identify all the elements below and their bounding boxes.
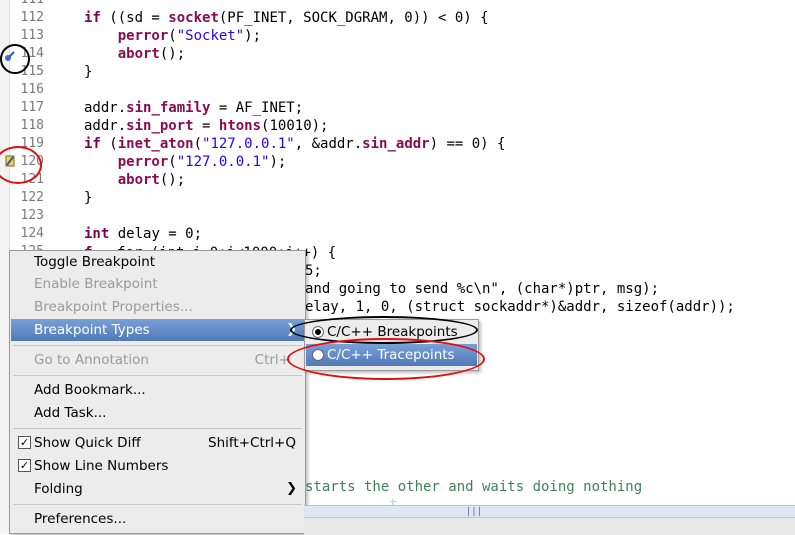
checkmark-icon: ✓	[18, 436, 31, 449]
code-line: }	[84, 190, 93, 206]
code-line: addr.sin_family = AF_INET;	[84, 100, 304, 116]
menu-separator	[13, 504, 302, 505]
menu-go-to-annotation[interactable]: Go to Annotation Ctrl+	[11, 349, 304, 371]
menu-show-line-numbers[interactable]: ✓ Show Line Numbers	[11, 455, 304, 477]
menu-breakpoint-properties[interactable]: Breakpoint Properties...	[11, 296, 304, 318]
menu-folding[interactable]: Folding ❯	[11, 478, 304, 500]
menu-separator	[13, 375, 302, 376]
menu-show-quick-diff[interactable]: ✓ Show Quick Diff Shift+Ctrl+Q	[11, 432, 304, 454]
line-number: 112	[20, 10, 44, 25]
code-line: if (inet_aton("127.0.0.1", &addr.sin_add…	[84, 136, 506, 152]
code-line-128-tail: elay, 1, 0, (struct sockaddr*)&addr, siz…	[305, 299, 735, 315]
menu-separator	[13, 345, 302, 346]
line-number: 117	[20, 100, 44, 115]
line-number: 124	[20, 226, 44, 241]
line-number: 118	[20, 118, 44, 133]
black-annotation-circle	[0, 44, 30, 74]
code-line: int delay = 0;	[84, 226, 203, 242]
menu-add-task[interactable]: Add Task...	[11, 402, 304, 424]
code-line: perror("Socket");	[117, 28, 262, 44]
code-line: if ((sd = socket(PF_INET, SOCK_DGRAM, 0)…	[84, 10, 489, 26]
ruler-context-menu: Toggle Breakpoint Enable Breakpoint Brea…	[9, 250, 306, 534]
code-line: }	[84, 64, 93, 80]
code-line-127-tail: and going to send %c\n", (char*)ptr, msg…	[305, 281, 660, 297]
chevron-right-icon: ❯	[286, 481, 297, 496]
line-number: 113	[20, 28, 44, 43]
menu-toggle-breakpoint[interactable]: Toggle Breakpoint	[11, 251, 304, 273]
code-line: perror("127.0.0.1");	[117, 154, 287, 170]
menu-enable-breakpoint[interactable]: Enable Breakpoint	[11, 273, 304, 295]
line-number: 111	[10, 0, 44, 9]
checkmark-icon: ✓	[18, 459, 31, 472]
code-line: addr.sin_port = htons(10010);	[84, 118, 329, 134]
red-annotation-ellipse	[287, 338, 485, 380]
line-number: 123	[20, 208, 44, 223]
scrollbar-grip-icon[interactable]: |||	[464, 508, 484, 517]
status-bar	[304, 517, 795, 535]
code-line: abort();	[117, 172, 186, 188]
line-number: 122	[20, 190, 44, 205]
menu-breakpoint-types[interactable]: Breakpoint Types ❯	[11, 319, 304, 341]
menu-add-bookmark[interactable]: Add Bookmark...	[11, 379, 304, 401]
menu-preferences[interactable]: Preferences...	[11, 508, 304, 530]
code-line-126-tail: 5;	[305, 263, 322, 279]
code-comment-tail: starts the other and waits doing nothing	[305, 479, 643, 495]
code-line: abort();	[117, 46, 186, 62]
line-number: 116	[20, 82, 44, 97]
menu-separator	[13, 428, 302, 429]
